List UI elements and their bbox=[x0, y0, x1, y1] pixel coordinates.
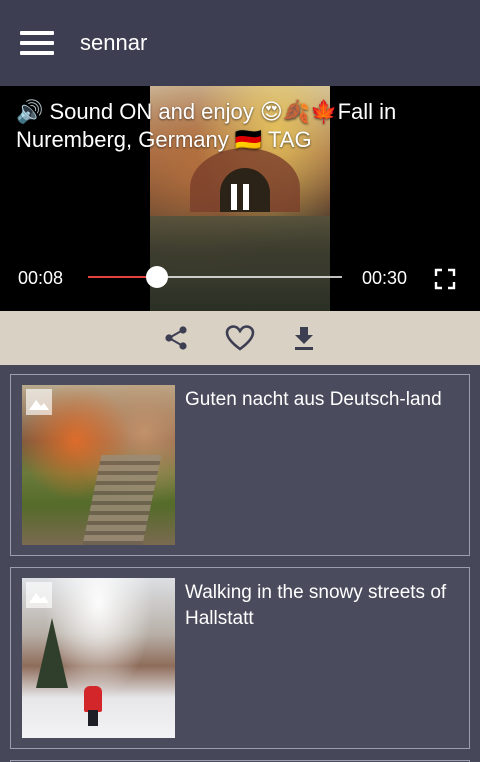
list-item-title: Walking in the snowy streets of Hallstat… bbox=[185, 582, 447, 629]
fullscreen-icon[interactable] bbox=[434, 268, 456, 290]
current-time: 00:08 bbox=[18, 268, 64, 288]
video-thumbnail bbox=[22, 385, 175, 545]
seek-thumb[interactable] bbox=[145, 266, 168, 288]
list-item[interactable]: Walking in the snowy streets of Hallstat… bbox=[10, 567, 470, 749]
video-thumbnail bbox=[22, 578, 175, 738]
image-icon bbox=[26, 389, 52, 415]
download-icon[interactable] bbox=[284, 318, 324, 358]
video-player[interactable]: 🔊 Sound ON and enjoy 😍🍂🍁Fall in Nurember… bbox=[0, 86, 480, 311]
video-title: 🔊 Sound ON and enjoy 😍🍂🍁Fall in Nurember… bbox=[16, 99, 397, 152]
hamburger-menu-icon[interactable] bbox=[20, 31, 54, 55]
action-bar bbox=[0, 311, 480, 365]
heart-icon[interactable] bbox=[220, 318, 260, 358]
share-icon[interactable] bbox=[156, 318, 196, 358]
total-time: 00:30 bbox=[362, 268, 408, 288]
app-bar: sennar bbox=[0, 0, 480, 86]
app-title: sennar bbox=[80, 30, 148, 55]
seek-bar[interactable] bbox=[88, 266, 342, 288]
list-item-title: Guten nacht aus Deutsch-land bbox=[185, 389, 442, 410]
list-item[interactable]: Guten nacht aus Deutsch-land bbox=[10, 374, 470, 556]
video-list: Guten nacht aus Deutsch-land Walking in … bbox=[10, 374, 470, 762]
image-icon bbox=[26, 582, 52, 608]
pause-icon[interactable] bbox=[228, 184, 252, 210]
